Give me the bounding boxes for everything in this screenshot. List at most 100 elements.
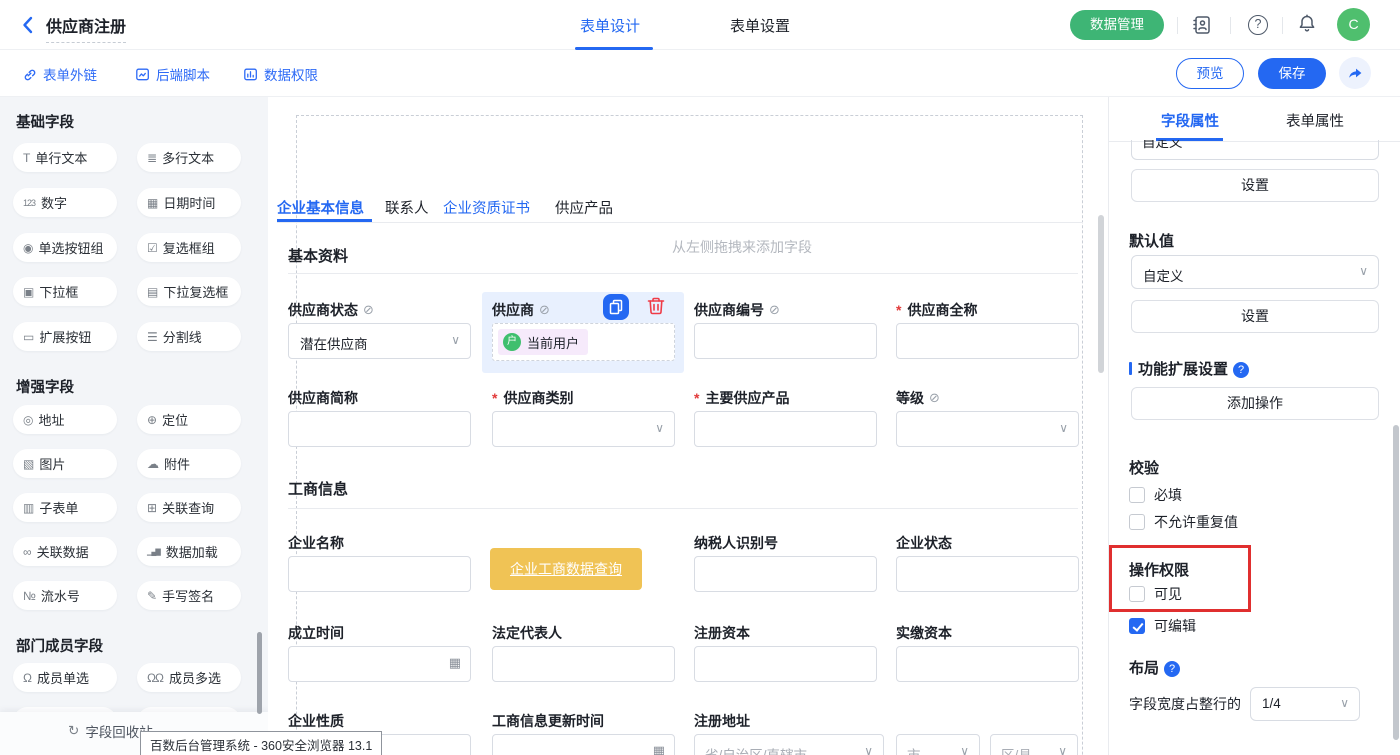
data-manage-button[interactable]: 数据管理 [1070, 10, 1164, 40]
visible-checkbox-row[interactable]: 可见 [1129, 584, 1182, 604]
supplier-full-name-input[interactable] [896, 323, 1079, 359]
default-value-select[interactable]: 自定义∨ [1131, 255, 1379, 289]
canvas-tab-certificates[interactable]: 企业资质证书 [443, 197, 530, 218]
panel-scrollbar-thumb[interactable] [1393, 425, 1399, 740]
canvas-tab-contacts[interactable]: 联系人 [385, 197, 429, 218]
bell-icon[interactable] [1296, 13, 1318, 35]
serial-number-icon: № [23, 589, 35, 603]
established-date-input[interactable]: ▦ [288, 646, 471, 682]
field-item-member-multi[interactable]: ΩΩ成员多选 [137, 663, 241, 692]
canvas-tab-basic-info[interactable]: 企业基本信息 [277, 197, 364, 218]
field-item-checkbox-group[interactable]: ☑复选框组 [137, 233, 241, 262]
grade-select[interactable]: ∨ [896, 411, 1079, 447]
legal-representative-input[interactable] [492, 646, 675, 682]
field-item-address[interactable]: ◎地址 [13, 405, 117, 434]
visible-checkbox[interactable] [1129, 586, 1145, 602]
field-item-serial-number[interactable]: №流水号 [13, 581, 117, 610]
field-item-data-load[interactable]: ▁▄▇数据加载 [137, 537, 241, 566]
share-button[interactable] [1339, 57, 1371, 89]
field-item-single-line-text[interactable]: T单行文本 [13, 143, 117, 172]
delete-field-button[interactable] [643, 293, 669, 319]
divider-icon: ☰ [147, 330, 157, 344]
tab-form-properties[interactable]: 表单属性 [1286, 110, 1344, 131]
main-products-input[interactable] [694, 411, 877, 447]
field-item-multi-line-text[interactable]: ≣多行文本 [137, 143, 241, 172]
title-text: 布局 [1129, 660, 1159, 677]
copy-field-button[interactable] [603, 294, 629, 320]
field-item-label: 数据加载 [166, 542, 218, 561]
label-text: 企业状态 [896, 533, 952, 553]
no-duplicate-checkbox-row[interactable]: 不允许重复值 [1129, 512, 1238, 532]
data-permission-link[interactable]: 数据权限 [243, 64, 318, 84]
field-item-extended-button[interactable]: ▭扩展按钮 [13, 322, 117, 351]
backend-script-link[interactable]: 后端脚本 [135, 64, 210, 84]
field-item-attachment[interactable]: ☁附件 [137, 449, 241, 478]
supplier-no-input[interactable] [694, 323, 877, 359]
label-text: 供应商编号 [694, 300, 764, 320]
contact-book-icon[interactable] [1191, 14, 1213, 36]
tab-form-settings[interactable]: 表单设置 [730, 15, 790, 36]
field-item-multi-select[interactable]: ▤下拉复选框 [137, 277, 241, 306]
field-item-datetime[interactable]: ▦日期时间 [137, 188, 241, 217]
field-item-lookup-query[interactable]: ⊞关联查询 [137, 493, 241, 522]
clipped-select[interactable]: 自定义 [1131, 140, 1379, 160]
required-checkbox[interactable] [1129, 487, 1145, 503]
settings-button-1[interactable]: 设置 [1131, 169, 1379, 202]
supplier-field-box[interactable]: 户 当前用户 [492, 323, 675, 361]
tab-form-design[interactable]: 表单设计 [580, 15, 640, 36]
field-item-linked-data[interactable]: ∞关联数据 [13, 537, 117, 566]
supplier-category-select[interactable]: ∨ [492, 411, 675, 447]
required-checkbox-row[interactable]: 必填 [1129, 485, 1182, 505]
address-province-select[interactable]: 省/自治区/直辖市∨ [694, 734, 884, 755]
label-text: 供应商类别 [503, 388, 573, 408]
back-button[interactable] [18, 15, 38, 35]
calendar-icon: ▦ [449, 655, 461, 671]
company-status-input[interactable] [896, 556, 1079, 592]
field-item-signature[interactable]: ✎手写签名 [137, 581, 241, 610]
editable-checkbox-row[interactable]: 可编辑 [1129, 616, 1196, 636]
address-district-select[interactable]: 区/县∨ [990, 734, 1078, 755]
sidebar-scrollbar-thumb[interactable] [257, 632, 262, 714]
tab-field-properties[interactable]: 字段属性 [1161, 110, 1219, 131]
canvas-tab-products[interactable]: 供应产品 [555, 197, 613, 218]
field-item-label: 复选框组 [163, 238, 215, 257]
linked-data-icon: ∞ [23, 545, 31, 559]
help-icon[interactable]: ? [1164, 661, 1180, 677]
recycle-icon: ↻ [68, 723, 79, 739]
field-item-radio-group[interactable]: ◉单选按钮组 [13, 233, 117, 262]
page-title[interactable]: 供应商注册 [46, 13, 126, 43]
business-update-time-input[interactable]: ▦ [492, 734, 675, 755]
label-text: 主要供应产品 [705, 388, 789, 408]
save-button[interactable]: 保存 [1258, 58, 1326, 89]
address-city-select[interactable]: 市∨ [896, 734, 980, 755]
field-item-divider[interactable]: ☰分割线 [137, 322, 241, 351]
field-width-select[interactable]: 1/4∨ [1250, 687, 1360, 721]
form-external-link[interactable]: 表单外链 [22, 64, 97, 84]
help-icon[interactable]: ? [1233, 362, 1249, 378]
field-item-member-single[interactable]: Ω成员单选 [13, 663, 117, 692]
paid-in-capital-input[interactable] [896, 646, 1079, 682]
canvas-scrollbar-thumb[interactable] [1098, 215, 1104, 373]
no-duplicate-checkbox[interactable] [1129, 514, 1145, 530]
business-data-query-button[interactable]: 企业工商数据查询 [490, 548, 642, 590]
preview-button[interactable]: 预览 [1176, 58, 1244, 89]
field-item-subform[interactable]: ▥子表单 [13, 493, 117, 522]
add-action-button[interactable]: 添加操作 [1131, 387, 1379, 420]
tax-id-input[interactable] [694, 556, 877, 592]
location-icon: ⊕ [147, 413, 156, 427]
settings-button-2[interactable]: 设置 [1131, 300, 1379, 333]
canvas-tab-divider [277, 222, 1083, 223]
current-user-tag[interactable]: 户 当前用户 [498, 329, 588, 355]
company-name-input[interactable] [288, 556, 471, 592]
editable-checkbox[interactable] [1129, 618, 1145, 634]
field-item-location[interactable]: ⊕定位 [137, 405, 241, 434]
field-item-select[interactable]: ▣下拉框 [13, 277, 117, 306]
registered-capital-input[interactable] [694, 646, 877, 682]
supplier-status-select[interactable]: 潜在供应商∨ [288, 323, 471, 359]
supplier-short-name-input[interactable] [288, 411, 471, 447]
select-placeholder: 省/自治区/直辖市 [705, 744, 807, 755]
avatar[interactable]: C [1337, 8, 1370, 41]
field-item-number[interactable]: 123数字 [13, 188, 117, 217]
field-item-image[interactable]: ▧图片 [13, 449, 117, 478]
help-icon[interactable]: ? [1248, 15, 1268, 35]
